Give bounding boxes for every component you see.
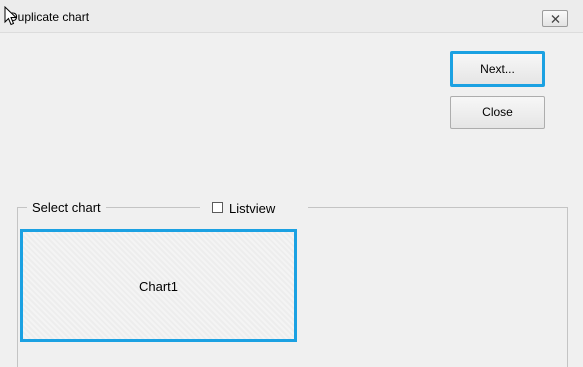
listview-checkbox[interactable] [212, 202, 223, 213]
close-icon [551, 15, 560, 23]
listview-checkbox-label[interactable]: Listview [229, 201, 275, 216]
chart-tile[interactable]: Chart1 [20, 229, 297, 342]
duplicate-chart-dialog: Duplicate chart Next... Close Select cha… [0, 0, 583, 367]
close-button[interactable]: Close [450, 96, 545, 129]
next-button[interactable]: Next... [450, 51, 545, 87]
window-title: Duplicate chart [9, 10, 90, 24]
window-close-button[interactable] [542, 10, 568, 27]
mouse-pointer-icon [4, 6, 17, 26]
select-chart-label: Select chart [27, 200, 106, 215]
title-bar[interactable]: Duplicate chart [0, 0, 583, 33]
chart-tile-label: Chart1 [138, 279, 179, 294]
